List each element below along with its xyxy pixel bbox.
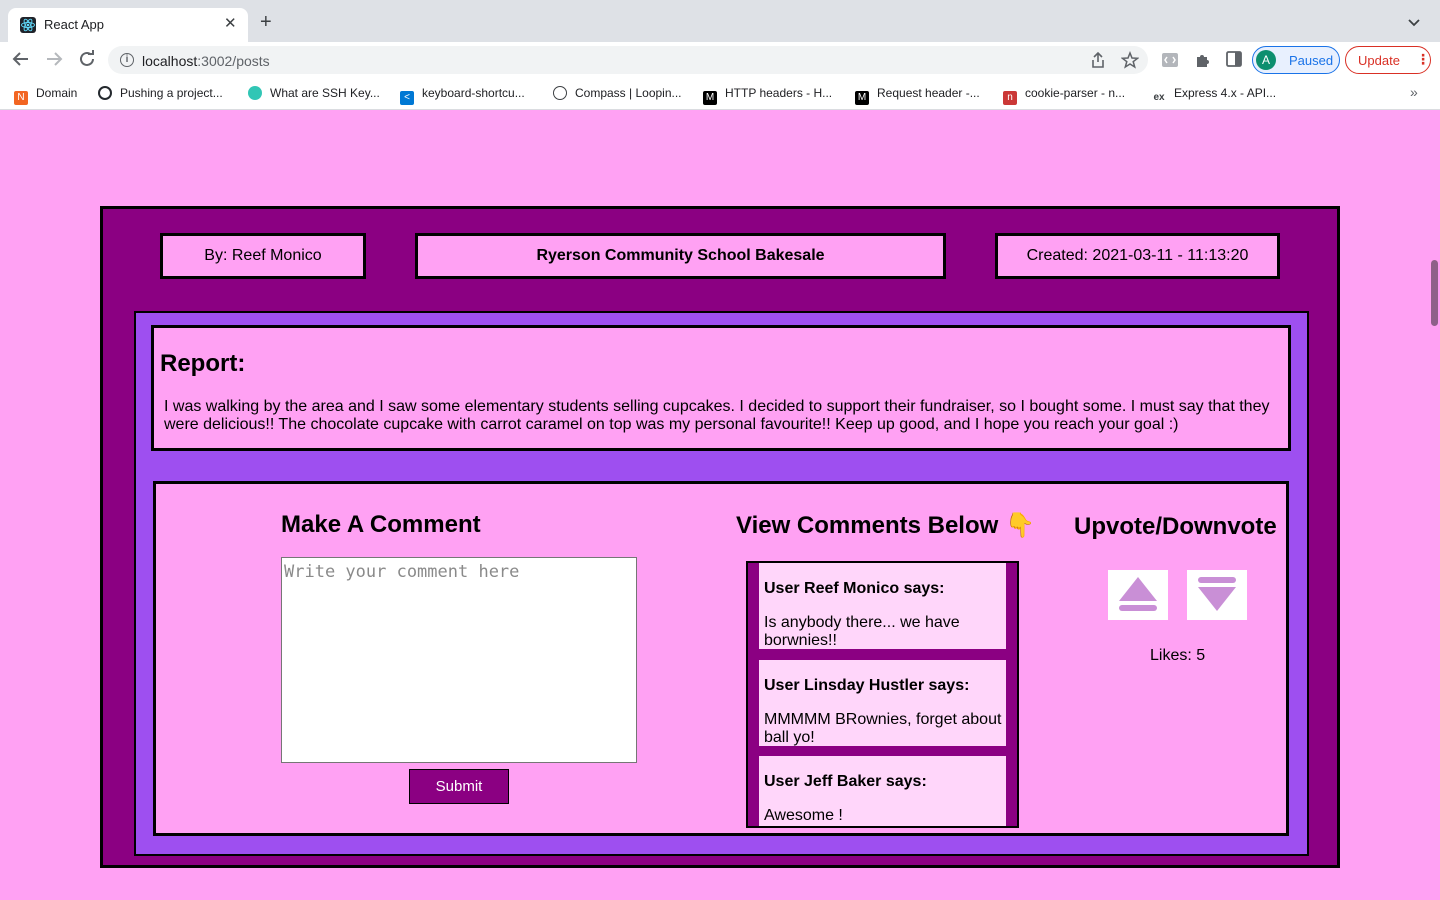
page-scrollbar[interactable] bbox=[1429, 110, 1440, 900]
cloud-icon bbox=[248, 86, 262, 100]
bookmark-item[interactable]: N Domain bbox=[14, 86, 77, 105]
close-tab-icon[interactable]: ✕ bbox=[224, 14, 237, 32]
submit-button[interactable]: Submit bbox=[409, 769, 509, 804]
upvote-button[interactable] bbox=[1108, 570, 1168, 620]
view-comments-label: View Comments Below bbox=[736, 512, 999, 539]
report-heading: Report: bbox=[160, 350, 246, 377]
forward-arrow-icon[interactable] bbox=[45, 50, 63, 72]
update-label: Update bbox=[1358, 53, 1400, 68]
comment-user: User Linsday Hustler says: bbox=[764, 677, 970, 694]
report-body: I was walking by the area and I saw some… bbox=[164, 398, 1270, 433]
comment-item: User Jeff Baker says: Awesome ! bbox=[759, 756, 1006, 826]
bookmark-item[interactable]: M Request header -... bbox=[855, 86, 980, 105]
compass-icon bbox=[553, 86, 567, 100]
downvote-button[interactable] bbox=[1187, 570, 1247, 620]
bookmarks-bar: N Domain Pushing a project... What are SS… bbox=[0, 78, 1440, 110]
bookmark-item[interactable]: < keyboard-shortcu... bbox=[400, 86, 525, 105]
view-comments-title: View Comments Below 👇 bbox=[736, 511, 1035, 540]
likes-count: Likes: 5 bbox=[1150, 647, 1206, 664]
bookmarks-overflow-icon[interactable]: » bbox=[1410, 84, 1418, 100]
post-author: By: Reef Monico bbox=[160, 233, 366, 279]
express-icon: ex bbox=[1152, 91, 1166, 105]
url-text: localhost:3002/posts bbox=[142, 53, 270, 69]
more-vertical-icon: ⋮ bbox=[1416, 51, 1430, 67]
make-comment-title: Make A Comment bbox=[281, 511, 481, 538]
comment-text: Is anybody there... we have borwnies!! bbox=[764, 614, 960, 649]
browser-toolbar: i localhost:3002/posts A Paused Update ⋮ bbox=[0, 42, 1440, 78]
post-created-date: Created: 2021-03-11 - 11:13:20 bbox=[995, 233, 1280, 279]
bookmark-item[interactable]: ex Express 4.x - API... bbox=[1152, 86, 1276, 105]
avatar: A bbox=[1256, 50, 1276, 70]
downvote-triangle-icon bbox=[1196, 576, 1238, 616]
react-logo-icon bbox=[20, 17, 36, 33]
pointing-down-icon: 👇 bbox=[1004, 512, 1035, 539]
orange-n-icon: N bbox=[14, 91, 28, 105]
upvote-triangle-icon bbox=[1117, 576, 1159, 616]
github-circle-icon bbox=[98, 86, 112, 100]
npm-icon: n bbox=[1003, 91, 1017, 105]
new-tab-icon[interactable]: + bbox=[260, 12, 272, 32]
tab-search-chevron-icon[interactable] bbox=[1408, 14, 1420, 32]
comment-text: MMMMM BRownies, forget about ball yo! bbox=[764, 711, 1002, 746]
tab-title: React App bbox=[44, 17, 104, 32]
comment-input[interactable] bbox=[281, 557, 637, 763]
tab-strip: React App ✕ + bbox=[0, 0, 1440, 42]
comment-item: User Linsday Hustler says: MMMMM BRownie… bbox=[759, 660, 1006, 746]
comments-section: Make A Comment Submit View Comments Belo… bbox=[153, 481, 1289, 836]
devtools-extension-icon[interactable] bbox=[1161, 51, 1179, 73]
comment-item: User Reef Monico says: Is anybody there.… bbox=[759, 563, 1006, 649]
post-body-panel: Report: I was walking by the area and I … bbox=[134, 311, 1309, 856]
comment-user: User Jeff Baker says: bbox=[764, 773, 927, 790]
mdn-icon: M bbox=[855, 91, 869, 105]
comment-text: Awesome ! bbox=[764, 807, 843, 824]
bookmark-item[interactable]: M HTTP headers - H... bbox=[703, 86, 832, 105]
site-info-icon[interactable]: i bbox=[120, 53, 134, 67]
paused-label: Paused bbox=[1289, 53, 1334, 68]
comment-list[interactable]: User Reef Monico says: Is anybody there.… bbox=[746, 561, 1019, 828]
report-section: Report: I was walking by the area and I … bbox=[151, 325, 1291, 451]
bookmark-item[interactable]: What are SSH Key... bbox=[248, 86, 380, 102]
comment-list-scrollbar[interactable] bbox=[1008, 563, 1017, 826]
browser-tab[interactable]: React App ✕ bbox=[8, 8, 248, 42]
bookmark-item[interactable]: n cookie-parser - n... bbox=[1003, 86, 1125, 105]
profile-paused-button[interactable]: A Paused bbox=[1252, 46, 1340, 74]
page-scroll-thumb[interactable] bbox=[1431, 260, 1438, 326]
mdn-icon: M bbox=[703, 91, 717, 105]
update-button[interactable]: Update ⋮ bbox=[1345, 46, 1431, 74]
vote-title: Upvote/Downvote bbox=[1074, 513, 1277, 540]
post-title: Ryerson Community School Bakesale bbox=[415, 233, 946, 279]
extensions-puzzle-icon[interactable] bbox=[1194, 51, 1212, 73]
address-bar[interactable]: i localhost:3002/posts bbox=[108, 46, 1148, 74]
reload-icon[interactable] bbox=[78, 50, 96, 72]
back-arrow-icon[interactable] bbox=[12, 50, 30, 72]
vscode-icon: < bbox=[400, 91, 414, 105]
comment-user: User Reef Monico says: bbox=[764, 580, 945, 597]
post-card: By: Reef Monico Ryerson Community School… bbox=[100, 206, 1340, 868]
bookmark-item[interactable]: Compass | Loopin... bbox=[553, 86, 682, 102]
share-icon[interactable] bbox=[1090, 51, 1106, 73]
bookmark-item[interactable]: Pushing a project... bbox=[98, 86, 223, 102]
bookmark-star-icon[interactable] bbox=[1120, 50, 1140, 73]
side-panel-icon[interactable] bbox=[1226, 51, 1242, 71]
